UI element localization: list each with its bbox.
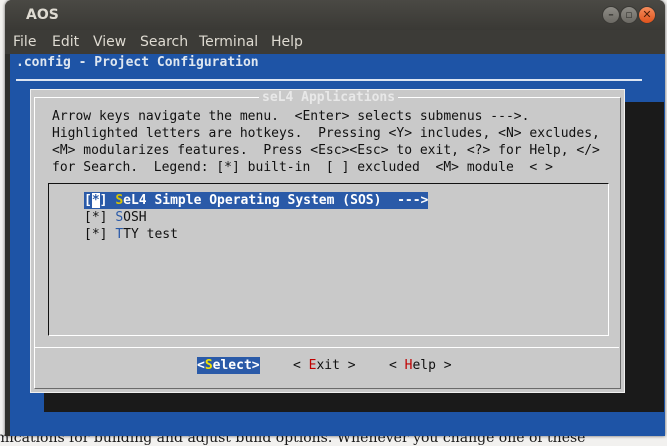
terminal-area[interactable]: .config - Project Configuration seL4 App… — [10, 54, 665, 436]
checkbox-open: [ — [84, 193, 92, 208]
btn-hotkey: S — [204, 358, 213, 373]
header-rule — [16, 79, 642, 81]
item-label: eL4 Simple Operating System (SOS) ---> — [123, 193, 429, 208]
btn-label: elp > — [412, 358, 452, 373]
checkbox-close: ] — [99, 193, 116, 208]
btn-bracket: < — [389, 358, 405, 373]
menu-item-sos[interactable]: [*] SeL4 Simple Operating System (SOS) -… — [84, 192, 429, 209]
help-line: Arrow keys navigate the menu. <Enter> se… — [52, 109, 530, 124]
button-separator — [34, 347, 619, 348]
help-line: Highlighted letters are hotkeys. Pressin… — [52, 126, 600, 141]
menu-help[interactable]: Help — [271, 34, 303, 50]
btn-bracket: < — [197, 358, 205, 373]
menu-view[interactable]: View — [93, 34, 126, 50]
hotkey-letter: S — [115, 210, 124, 225]
close-icon: ✕ — [642, 8, 652, 21]
maximize-button[interactable]: ▫ — [620, 6, 638, 24]
terminal-window[interactable]: AOS – ▫ ✕ File Edit View Search Terminal… — [5, 0, 665, 436]
btn-label: elect> — [212, 358, 260, 373]
hotkey-letter: T — [115, 227, 124, 242]
btn-label: xit > — [316, 358, 356, 373]
dialog-title: seL4 Applications — [259, 90, 399, 105]
help-line: for Search. Legend: [*] built-in [ ] exc… — [52, 160, 553, 175]
select-button[interactable]: <Select> — [197, 357, 260, 374]
hotkey-letter: S — [115, 193, 124, 208]
menu-item-tty-test[interactable]: [*] TTY test — [84, 226, 178, 243]
config-header: .config - Project Configuration — [16, 55, 259, 70]
exit-button[interactable]: < Exit > — [293, 357, 356, 374]
menu-file[interactable]: File — [13, 34, 36, 50]
window-title: AOS — [26, 7, 59, 23]
minimize-icon: – — [608, 8, 614, 21]
menuconfig-dialog: seL4 Applications Arrow keys navigate th… — [30, 89, 625, 393]
minimize-button[interactable]: – — [602, 6, 620, 24]
help-line: <M> modularizes features. Press <Esc><Es… — [52, 143, 600, 158]
help-text: Arrow keys navigate the menu. <Enter> se… — [52, 108, 600, 176]
item-label: TY test — [123, 227, 178, 242]
menu-edit[interactable]: Edit — [52, 34, 79, 50]
checkbox[interactable]: [*] — [84, 210, 107, 225]
menu-item-sosh[interactable]: [*] SOSH — [84, 209, 147, 226]
help-button[interactable]: < Help > — [389, 357, 452, 374]
close-button[interactable]: ✕ — [638, 6, 656, 24]
maximize-icon: ▫ — [625, 8, 633, 21]
title-bar[interactable]: AOS – ▫ ✕ — [5, 0, 665, 30]
btn-bracket: < — [293, 358, 309, 373]
checkbox[interactable]: [*] — [84, 227, 107, 242]
menu-list[interactable]: [*] SeL4 Simple Operating System (SOS) -… — [48, 183, 609, 336]
checkbox-mark[interactable]: * — [91, 193, 100, 208]
menu-terminal[interactable]: Terminal — [199, 34, 258, 50]
menu-search[interactable]: Search — [140, 34, 188, 50]
item-label: OSH — [123, 210, 147, 225]
menu-bar: File Edit View Search Terminal Help — [5, 30, 665, 54]
